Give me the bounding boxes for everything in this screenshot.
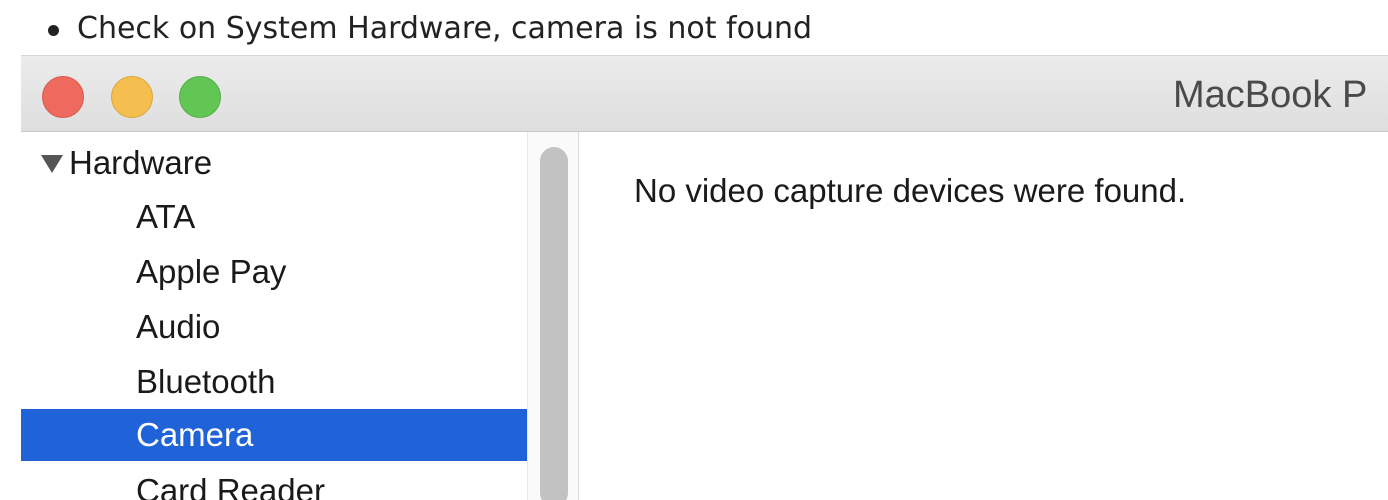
bullet-note: Check on System Hardware, camera is not … bbox=[48, 8, 812, 48]
note-text: Check on System Hardware, camera is not … bbox=[77, 10, 813, 46]
system-information-window: MacBook P Hardware ATA Apple Pay Audio B… bbox=[21, 55, 1388, 500]
sidebar-item-apple-pay[interactable]: Apple Pay bbox=[21, 246, 527, 298]
no-devices-message: No video capture devices were found. bbox=[634, 172, 1187, 209]
sidebar-item-camera[interactable]: Camera bbox=[21, 409, 527, 461]
close-window-button[interactable] bbox=[42, 76, 84, 118]
sidebar-item-label: Audio bbox=[136, 308, 221, 345]
sidebar-group-label: Hardware bbox=[69, 144, 213, 181]
sidebar-group-hardware[interactable]: Hardware bbox=[21, 137, 527, 189]
sidebar-item-label: Camera bbox=[136, 416, 254, 453]
window-title: MacBook P bbox=[1173, 74, 1368, 116]
sidebar-item-audio[interactable]: Audio bbox=[21, 301, 527, 353]
title-bar[interactable]: MacBook P bbox=[21, 55, 1388, 132]
scrollbar-thumb[interactable] bbox=[540, 147, 568, 500]
sidebar-item-label: Apple Pay bbox=[136, 253, 287, 290]
sidebar: Hardware ATA Apple Pay Audio Bluetooth C… bbox=[21, 132, 527, 500]
zoom-window-button[interactable] bbox=[179, 76, 221, 118]
sidebar-item-ata[interactable]: ATA bbox=[21, 191, 527, 243]
sidebar-item-label: Bluetooth bbox=[136, 363, 276, 400]
sidebar-scrollbar[interactable] bbox=[527, 132, 579, 500]
sidebar-item-label: ATA bbox=[136, 198, 196, 235]
sidebar-item-label: Card Reader bbox=[136, 472, 325, 500]
page: Check on System Hardware, camera is not … bbox=[0, 0, 1388, 500]
detail-pane: No video capture devices were found. bbox=[579, 132, 1388, 500]
disclosure-triangle-icon[interactable] bbox=[41, 155, 63, 173]
minimize-window-button[interactable] bbox=[111, 76, 153, 118]
sidebar-item-bluetooth[interactable]: Bluetooth bbox=[21, 356, 527, 408]
sidebar-item-card-reader[interactable]: Card Reader bbox=[21, 465, 527, 500]
bullet-icon bbox=[48, 24, 59, 36]
